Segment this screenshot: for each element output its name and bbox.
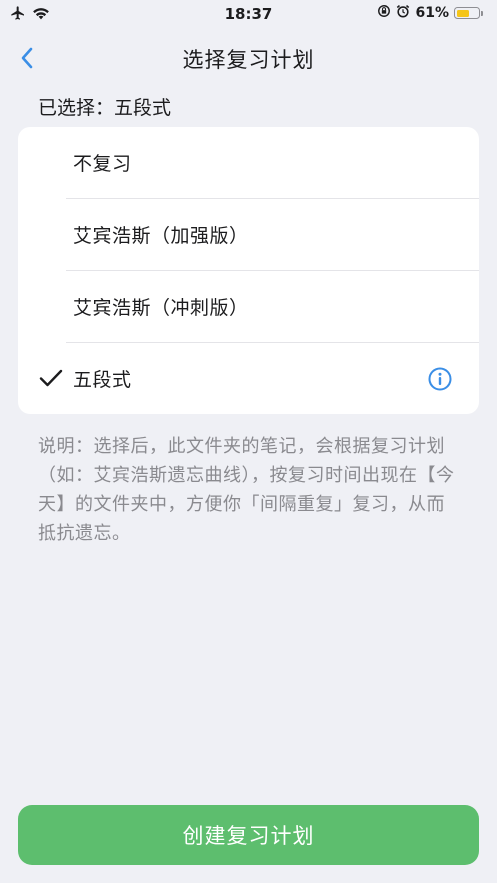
checkmark-icon	[38, 367, 64, 389]
option-ebbinghaus-sprint[interactable]: 艾宾浩斯（冲刺版）	[18, 271, 479, 343]
option-label: 不复习	[73, 153, 132, 175]
battery-body	[454, 7, 480, 19]
selected-plan-label: 已选择：五段式	[38, 97, 172, 119]
plan-description: 说明：选择后，此文件夹的笔记，会根据复习计划（如：艾宾浩斯遗忘曲线），按复习时间…	[38, 436, 455, 544]
nav-bar: 选择复习计划	[0, 36, 497, 80]
option-label: 艾宾浩斯（冲刺版）	[73, 297, 249, 319]
option-label: 艾宾浩斯（加强版）	[73, 225, 249, 247]
option-ebbinghaus-enhanced[interactable]: 艾宾浩斯（加强版）	[18, 199, 479, 271]
create-review-plan-button[interactable]: 创建复习计划	[18, 805, 479, 865]
option-no-review[interactable]: 不复习	[18, 127, 479, 199]
screen-lock-icon	[377, 4, 391, 22]
plan-option-list: 不复习 艾宾浩斯（加强版） 艾宾浩斯（冲刺版） 五段式	[18, 127, 479, 414]
info-icon[interactable]	[428, 367, 452, 391]
battery-percent: 61%	[415, 5, 449, 21]
status-bar: 18:37 61%	[0, 0, 497, 26]
option-five-stage[interactable]: 五段式	[18, 343, 479, 414]
option-label: 五段式	[73, 369, 132, 391]
alarm-icon	[396, 4, 410, 22]
screen: 18:37 61% 选择复习计划 已选择：五段式 不复习 艾宾浩斯（加强版） 艾…	[0, 0, 497, 883]
battery-cap	[481, 10, 483, 16]
battery-icon	[454, 7, 483, 19]
page-title: 选择复习计划	[182, 48, 315, 72]
status-right-icons: 61%	[377, 4, 483, 22]
battery-fill	[456, 9, 469, 17]
